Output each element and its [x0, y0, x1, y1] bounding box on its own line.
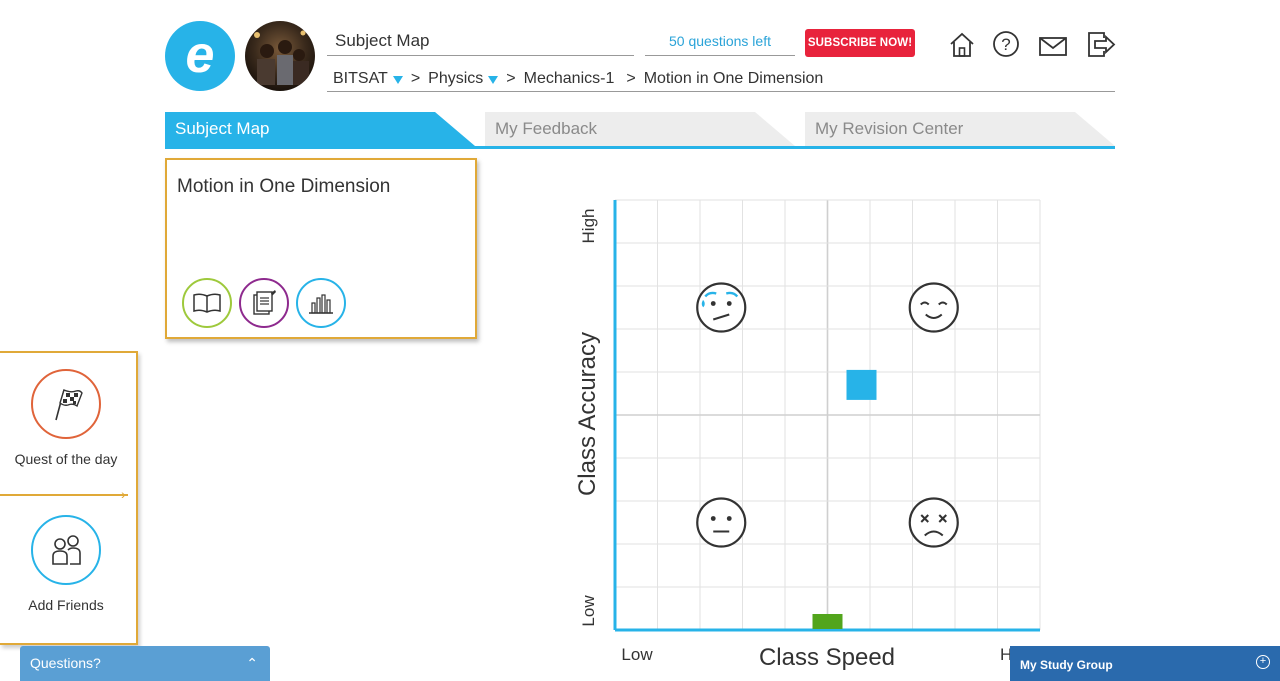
- add-friends-label: Add Friends: [28, 597, 104, 613]
- worried-face-icon: [696, 282, 747, 333]
- sweat-drop: [701, 300, 705, 308]
- face-outline: [908, 282, 959, 333]
- eye: [726, 301, 732, 306]
- logout-icon[interactable]: [1086, 30, 1116, 60]
- dropdown-arrow-icon[interactable]: [392, 76, 403, 84]
- svg-text:e: e: [186, 26, 215, 84]
- app-logo[interactable]: e: [165, 21, 235, 91]
- help-icon[interactable]: ?: [991, 30, 1021, 60]
- bar-chart-icon: [309, 294, 333, 314]
- chart-point-blue-square: [846, 369, 877, 400]
- face-outline: [696, 282, 747, 333]
- breadcrumb-item-subject[interactable]: Physics: [428, 69, 499, 88]
- study-book-button[interactable]: [182, 278, 232, 328]
- questions-left-link[interactable]: 50 questions left: [645, 29, 795, 56]
- face-outline: [908, 497, 959, 548]
- tab-subject-map[interactable]: Subject Map: [165, 112, 475, 146]
- subscribe-button[interactable]: SUBSCRIBE NOW!: [805, 29, 915, 57]
- home-icon[interactable]: [947, 30, 977, 60]
- mail-icon[interactable]: [1038, 30, 1068, 60]
- analytics-button[interactable]: [296, 278, 346, 328]
- breadcrumb-separator: >: [626, 69, 636, 87]
- topic-title: Motion in One Dimension: [177, 176, 391, 197]
- notes-icon: [253, 290, 276, 315]
- eye: [710, 516, 716, 521]
- dropdown-arrow-icon[interactable]: [488, 76, 499, 84]
- side-divider: [0, 494, 128, 496]
- face-outline: [696, 497, 747, 548]
- questions-label: Questions?: [30, 655, 101, 671]
- x-axis-label: Class Speed: [759, 644, 895, 671]
- practice-notes-button[interactable]: [239, 278, 289, 328]
- breadcrumb: BITSAT > Physics > Mechanics-1 > Motion …: [327, 66, 1115, 92]
- breadcrumb-label: Physics: [428, 69, 484, 87]
- book-icon: [193, 293, 221, 313]
- chevron-up-icon[interactable]: ⌃: [246, 646, 258, 680]
- y-axis-label: Class Accuracy: [574, 332, 601, 496]
- quest-of-the-day-button[interactable]: [31, 369, 101, 439]
- breadcrumb-item-topic: Motion in One Dimension: [644, 70, 824, 88]
- breadcrumb-separator: >: [506, 69, 516, 87]
- side-panel: Quest of the day › Add Friends: [0, 351, 138, 645]
- quest-of-the-day-label: Quest of the day: [14, 451, 118, 467]
- study-group-bar[interactable]: My Study Group +: [1010, 646, 1280, 681]
- logo-letter-icon: e: [186, 26, 215, 84]
- breadcrumb-label: Mechanics-1: [523, 69, 615, 87]
- breadcrumb-item-chapter[interactable]: Mechanics-1: [524, 70, 615, 88]
- neutral-face-icon: [696, 497, 747, 548]
- happy-face-icon: [908, 282, 959, 333]
- avatar-photo: [245, 21, 315, 91]
- y-tick-label-high: High: [579, 209, 598, 244]
- tab-my-revision-center[interactable]: My Revision Center: [805, 112, 1115, 146]
- breadcrumb-label: Motion in One Dimension: [643, 69, 824, 87]
- topic-card: Motion in One Dimension: [165, 158, 477, 339]
- tab-my-feedback[interactable]: My Feedback: [485, 112, 795, 146]
- breadcrumb-label: BITSAT: [333, 69, 388, 87]
- breadcrumb-separator: >: [410, 69, 421, 87]
- questions-bar[interactable]: Questions? ⌃: [20, 646, 270, 681]
- eye: [726, 516, 732, 521]
- tab-underline: [165, 146, 1115, 149]
- chevron-right-icon[interactable]: ›: [121, 486, 126, 502]
- y-tick-label-low: Low: [579, 595, 598, 627]
- breadcrumb-item-exam[interactable]: BITSAT: [333, 70, 403, 88]
- friends-icon: [52, 535, 81, 565]
- chart-grid: [615, 199, 1041, 630]
- checkered-flag-icon: [55, 389, 83, 421]
- svg-text:?: ?: [1001, 35, 1010, 54]
- chart-points: [812, 369, 877, 629]
- sad-face-icon: [908, 497, 959, 548]
- avatar[interactable]: [245, 21, 315, 91]
- study-group-label: My Study Group: [1020, 658, 1113, 672]
- class-performance-chart: High Low Class Accuracy Low H Class Spee…: [574, 199, 1041, 671]
- eye: [710, 301, 716, 306]
- chart-point-green-marker: [812, 614, 843, 629]
- plus-icon[interactable]: +: [1256, 655, 1270, 669]
- page-title: Subject Map: [327, 29, 634, 56]
- add-friends-button[interactable]: [31, 515, 101, 585]
- x-tick-label-low: Low: [621, 645, 653, 664]
